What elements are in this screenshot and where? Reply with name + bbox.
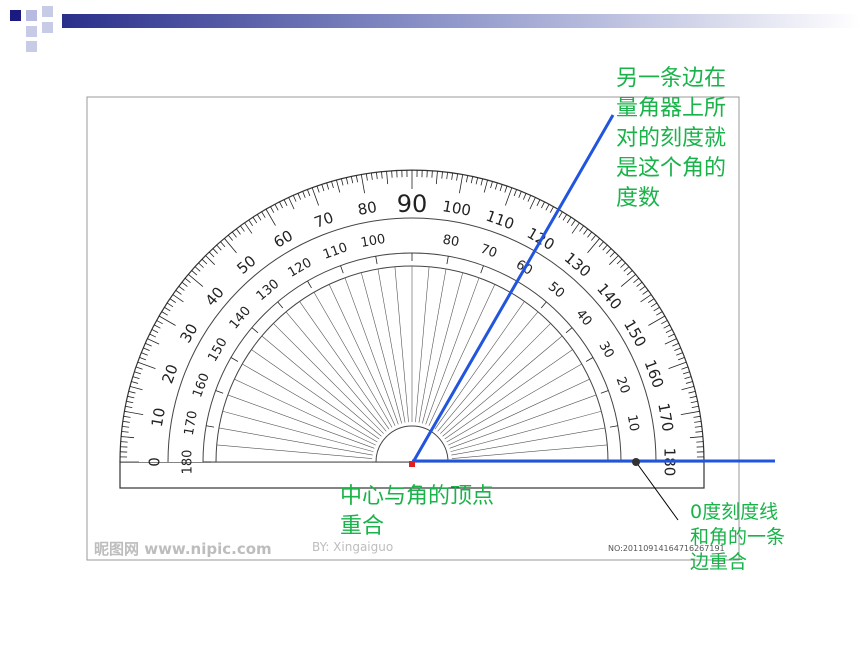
inner-scale-label: 80 — [441, 233, 460, 251]
inner-scale-label: 10 — [624, 414, 642, 433]
annotation-bottom-right: 0度刻度线 和角的一条 边重合 — [690, 501, 786, 573]
header-squares — [10, 6, 53, 52]
annotation-center: 中心与角的顶点 重合 — [340, 484, 495, 539]
watermark-by: BY: Xingaiguo — [312, 540, 394, 554]
outer-scale-label: 10 — [148, 406, 169, 428]
header-bar — [62, 14, 860, 28]
zero-pointer-dot — [632, 458, 640, 466]
outer-scale-label: 80 — [356, 198, 378, 219]
slide: 0102030405060708090100110120130140150160… — [0, 0, 860, 645]
outer-scale-label: 0 — [146, 457, 164, 467]
inner-scale-label: 180 — [181, 450, 196, 475]
annotation-top-right: 另一条边在 量角器上所 对的刻度就 是这个角的 度数 — [616, 66, 727, 211]
watermark-site: 昵图网 www.nipic.com — [94, 540, 272, 558]
vertex-dot — [409, 461, 415, 467]
outer-scale-label: 90 — [397, 190, 428, 218]
watermark-number: NO:20110914164716267191 — [608, 544, 725, 553]
